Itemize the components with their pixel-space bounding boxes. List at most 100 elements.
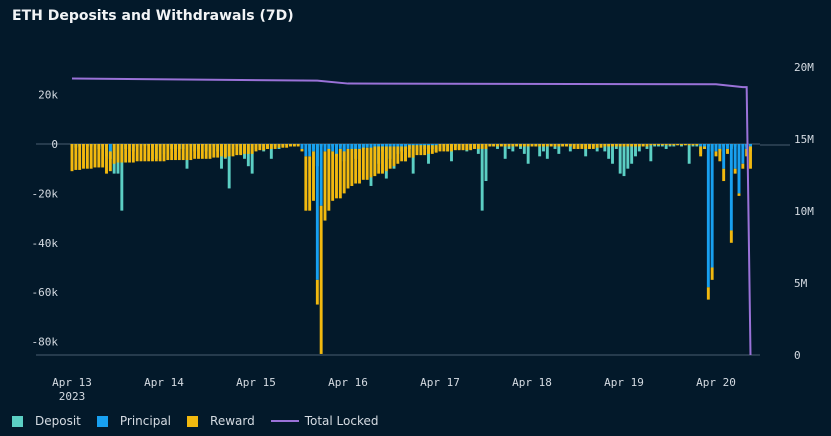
deposit-bar <box>611 143 614 164</box>
x-tick-label: Apr 14 <box>144 376 184 389</box>
reward-bar <box>185 144 189 161</box>
principal-bar <box>703 144 706 147</box>
deposit-swatch <box>12 415 23 427</box>
reward-bar <box>231 144 235 157</box>
reward-bar <box>595 144 599 148</box>
reward-bar <box>200 144 204 159</box>
principal-bar <box>714 144 718 152</box>
reward-bar <box>561 144 565 147</box>
reward-bar <box>143 144 147 162</box>
reward-bar <box>442 144 446 152</box>
reward-bar <box>285 144 289 148</box>
principal-bar <box>350 144 354 149</box>
reward-bar <box>549 144 553 147</box>
reward-bar <box>580 144 584 149</box>
reward-bar <box>277 144 281 148</box>
total-locked-line <box>71 77 752 356</box>
principal-bar <box>722 144 726 169</box>
reward-bar <box>250 144 254 154</box>
reward-bar <box>323 151 327 221</box>
reward-bar <box>235 144 239 156</box>
reward-bar <box>197 144 200 159</box>
principal-bar <box>346 144 350 149</box>
reward-bar <box>726 148 729 154</box>
reward-bar <box>411 145 415 158</box>
reward-bar <box>641 144 645 147</box>
reward-bar <box>618 144 622 147</box>
principal-bar <box>419 144 423 146</box>
principal-bar <box>430 144 434 146</box>
reward-bar <box>519 144 522 147</box>
principal-bar <box>315 144 319 280</box>
reward-bar <box>461 144 465 151</box>
principal-bar <box>749 144 752 147</box>
principal-bar <box>396 144 400 147</box>
reward-bar <box>338 148 342 199</box>
deposit-bar <box>618 143 622 174</box>
principal-bar <box>308 144 312 157</box>
principal-bar <box>718 144 722 149</box>
reward-bar <box>469 144 473 151</box>
reward-swatch <box>187 415 199 427</box>
principal-bar <box>327 144 331 149</box>
reward-bar <box>680 144 683 146</box>
deposit-bar <box>622 143 626 177</box>
principal-bar <box>369 144 373 148</box>
reward-bar <box>304 156 308 211</box>
y-right-tick-label: 5M <box>794 277 808 290</box>
principal-bar <box>377 144 381 147</box>
reward-bar <box>480 144 484 149</box>
reward-bar <box>660 144 664 146</box>
reward-bar <box>300 148 304 152</box>
legend-item-reward[interactable]: Reward <box>187 414 255 428</box>
reward-bar <box>269 144 273 149</box>
reward-bar <box>312 151 315 201</box>
principal-bar <box>331 144 335 152</box>
principal-bar <box>404 144 407 147</box>
reward-bar <box>703 146 706 149</box>
legend-item-principal[interactable]: Principal <box>96 414 171 428</box>
reward-bar <box>664 144 668 146</box>
reward-bar <box>170 144 174 161</box>
legend-item-deposit[interactable]: Deposit <box>12 414 81 428</box>
reward-bar <box>526 144 530 147</box>
reward-bar <box>281 144 285 148</box>
x-tick-label: Apr 15 <box>236 376 276 389</box>
reward-bar <box>699 146 703 157</box>
reward-bar <box>630 144 634 147</box>
reward-bar <box>319 205 323 354</box>
reward-bar <box>553 144 557 147</box>
principal-bar <box>411 144 415 146</box>
legend-item-total-locked[interactable]: Total Locked <box>270 414 379 428</box>
reward-bar <box>530 144 534 147</box>
deposit-bar <box>687 143 691 164</box>
reward-bar <box>484 144 488 149</box>
reward-bar <box>718 148 722 162</box>
reward-bar <box>82 144 85 169</box>
legend: Deposit Principal Reward Total Locked <box>12 414 395 428</box>
principal-bar <box>737 144 741 194</box>
principal-bar <box>710 144 714 268</box>
reward-bar <box>124 144 128 163</box>
principal-bar <box>312 144 315 152</box>
reward-bar <box>315 279 319 305</box>
reward-bar <box>116 144 120 163</box>
reward-bar <box>557 144 561 147</box>
principal-bar <box>726 144 729 149</box>
reward-bar <box>565 144 568 147</box>
reward-bar <box>216 144 220 158</box>
reward-bar <box>415 145 419 156</box>
reward-bar <box>120 144 124 163</box>
reward-bar <box>591 144 595 149</box>
reward-bar <box>611 144 614 147</box>
reward-bar <box>292 144 296 147</box>
legend-label: Deposit <box>35 414 81 428</box>
principal-bar <box>319 144 323 206</box>
reward-bar <box>733 168 737 174</box>
reward-bar <box>258 144 262 151</box>
reward-bar <box>89 144 93 169</box>
principal-bar <box>335 144 338 154</box>
reward-bar <box>496 144 499 147</box>
reward-bar <box>74 144 78 170</box>
reward-bar <box>737 193 741 196</box>
